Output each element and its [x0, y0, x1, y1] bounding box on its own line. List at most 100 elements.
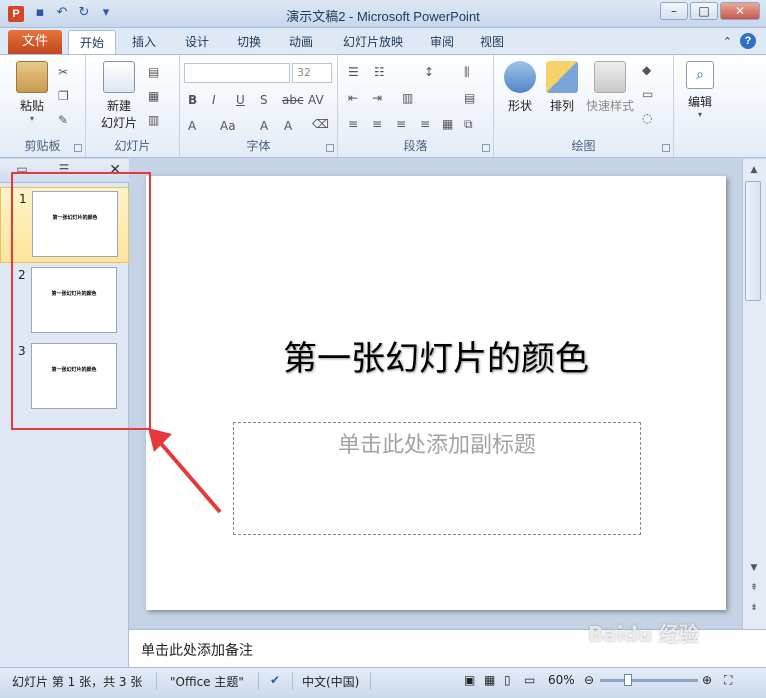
arrange-icon — [546, 61, 578, 93]
new-slide-icon — [103, 61, 135, 93]
group-slides: 新建 幻灯片 ▤ ▦ ▥ 幻灯片 — [86, 55, 180, 157]
scroll-up-icon[interactable]: ▲ — [747, 163, 761, 177]
subtitle-placeholder-text: 单击此处添加副标题 — [337, 433, 536, 458]
align-text-icon[interactable]: ▤ — [464, 91, 475, 105]
align-center-icon[interactable]: ≡ — [372, 117, 382, 131]
layout-icon[interactable]: ▤ — [148, 65, 159, 79]
window-title: 演示文稿2 - Microsoft PowerPoint — [286, 9, 480, 24]
new-slide-label-1: 新建 — [106, 99, 131, 113]
tab-slideshow[interactable]: 幻灯片放映 — [334, 32, 412, 54]
slide-title[interactable]: 第一张幻灯片的颜色 — [146, 331, 726, 380]
tab-transitions[interactable]: 切换 — [227, 32, 271, 54]
baidu-watermark: Baidu 经验 — [588, 622, 700, 646]
tab-view[interactable]: 视图 — [470, 32, 514, 54]
sorter-view-icon[interactable]: ▦ — [484, 673, 495, 687]
char-spacing-icon[interactable]: AV — [308, 93, 324, 107]
quick-styles-button[interactable]: 快速样式 — [582, 61, 638, 114]
reading-view-icon[interactable]: ▯ — [504, 673, 511, 687]
italic-icon[interactable]: I — [212, 93, 216, 107]
new-slide-button[interactable]: 新建 幻灯片 — [94, 61, 144, 131]
tab-home[interactable]: 开始 — [68, 30, 116, 55]
shape-effects-icon[interactable]: ◌ — [642, 111, 652, 125]
strikethrough-icon[interactable]: abc — [282, 93, 304, 107]
spell-check-icon[interactable]: ✔ — [270, 673, 280, 687]
annotation-arrow — [148, 428, 222, 514]
grow-font-icon[interactable]: A — [260, 119, 268, 133]
maximize-button[interactable]: □ — [690, 2, 718, 20]
shape-fill-icon[interactable]: ◆ — [642, 63, 651, 77]
shadow-icon[interactable]: S — [260, 93, 268, 107]
zoom-level[interactable]: 60% — [548, 673, 575, 687]
bullets-icon[interactable]: ☰ — [348, 65, 359, 79]
baidu-watermark-url: jingyan.baidu.com — [606, 648, 699, 659]
decrease-indent-icon[interactable]: ⇤ — [348, 91, 358, 105]
change-case-icon[interactable]: Aa — [220, 119, 236, 133]
zoom-in-icon[interactable]: ⊕ — [702, 673, 712, 687]
ribbon-tabs: 文件 开始 插入 设计 切换 动画 幻灯片放映 审阅 视图 ⌃ ? — [0, 28, 766, 55]
copy-icon[interactable]: ❐ — [58, 89, 69, 103]
clear-format-icon[interactable]: ⌫ — [312, 117, 329, 131]
font-size-combo[interactable]: 32 — [292, 63, 332, 83]
group-drawing: 形状 排列 快速样式 ◆ ▭ ◌ 绘图 — [494, 55, 674, 157]
increase-indent-icon[interactable]: ⇥ — [372, 91, 382, 105]
drawing-group-label: 绘图 — [571, 139, 596, 153]
scroll-down-icon[interactable]: ▼ — [747, 561, 761, 575]
font-name-combo[interactable] — [184, 63, 290, 83]
cut-icon[interactable]: ✂ — [58, 65, 68, 79]
tab-insert[interactable]: 插入 — [122, 32, 166, 54]
bold-icon[interactable]: B — [188, 93, 197, 107]
minimize-button[interactable]: – — [660, 2, 688, 20]
edit-label: 编辑 — [687, 95, 712, 109]
scroll-thumb[interactable] — [745, 181, 761, 301]
help-icon[interactable]: ? — [740, 33, 756, 49]
slides-group-label: 幻灯片 — [114, 139, 151, 153]
edit-button[interactable]: ⌕ 编辑 ▾ — [680, 61, 720, 119]
language-status[interactable]: 中文(中国) — [302, 673, 359, 690]
shrink-font-icon[interactable]: A — [284, 119, 292, 133]
shape-outline-icon[interactable]: ▭ — [642, 87, 653, 101]
section-icon[interactable]: ▥ — [148, 113, 159, 127]
justify-icon[interactable]: ≡ — [420, 117, 430, 131]
format-painter-icon[interactable]: ✎ — [58, 113, 68, 127]
zoom-out-icon[interactable]: ⊖ — [584, 673, 594, 687]
zoom-slider[interactable] — [600, 674, 698, 686]
zoom-slider-knob[interactable] — [624, 674, 632, 686]
align-right-icon[interactable]: ≡ — [396, 117, 406, 131]
fit-to-window-icon[interactable]: ⛶ — [724, 673, 732, 688]
theme-status[interactable]: "Office 主题" — [170, 673, 244, 690]
paragraph-launcher-icon[interactable] — [482, 144, 490, 152]
underline-icon[interactable]: U — [236, 93, 245, 107]
font-color-icon[interactable]: A — [188, 119, 196, 133]
clipboard-launcher-icon[interactable] — [74, 144, 82, 152]
reset-icon[interactable]: ▦ — [148, 89, 159, 103]
line-spacing-icon[interactable]: ↕ — [424, 65, 434, 79]
previous-slide-icon[interactable]: ⇞ — [747, 581, 761, 595]
paste-button[interactable]: 粘贴 ▾ — [10, 61, 54, 123]
next-slide-icon[interactable]: ⇟ — [747, 601, 761, 615]
columns-icon[interactable]: ⫼ — [464, 65, 470, 80]
tab-file[interactable]: 文件 — [8, 30, 62, 54]
align-left-icon[interactable]: ≡ — [348, 117, 358, 131]
normal-view-icon[interactable]: ▣ — [464, 673, 475, 687]
font-launcher-icon[interactable] — [326, 144, 334, 152]
minimize-ribbon-icon[interactable]: ⌃ — [723, 35, 732, 48]
numbering-icon[interactable]: ☷ — [374, 65, 385, 79]
slide-canvas[interactable]: 第一张幻灯片的颜色 单击此处添加副标题 — [146, 176, 726, 610]
tab-design[interactable]: 设计 — [175, 32, 219, 54]
font-group-label: 字体 — [246, 139, 271, 153]
smartart-icon[interactable]: ⧉ — [464, 117, 473, 132]
shapes-button[interactable]: 形状 — [500, 61, 540, 114]
close-button[interactable]: ✕ — [720, 2, 760, 20]
subtitle-placeholder[interactable]: 单击此处添加副标题 — [233, 422, 641, 535]
vertical-scrollbar[interactable]: ▲ ▼ ⇞ ⇟ — [742, 159, 766, 629]
tab-animations[interactable]: 动画 — [279, 32, 323, 54]
arrange-button[interactable]: 排列 — [542, 61, 582, 114]
tab-review[interactable]: 审阅 — [420, 32, 464, 54]
group-font: 32 B I U S abc AV A Aa A A ⌫ 字体 — [180, 55, 338, 157]
group-paragraph: ☰ ☷ ↕ ⫼ ⇤ ⇥ ▥ ▤ ≡ ≡ ≡ ≡ ▦ ⧉ 段落 — [338, 55, 494, 157]
distribute-icon[interactable]: ▦ — [442, 117, 453, 131]
text-direction-icon[interactable]: ▥ — [402, 91, 413, 105]
drawing-launcher-icon[interactable] — [662, 144, 670, 152]
quick-styles-label: 快速样式 — [585, 99, 634, 113]
slideshow-view-icon[interactable]: ▭ — [524, 673, 535, 687]
